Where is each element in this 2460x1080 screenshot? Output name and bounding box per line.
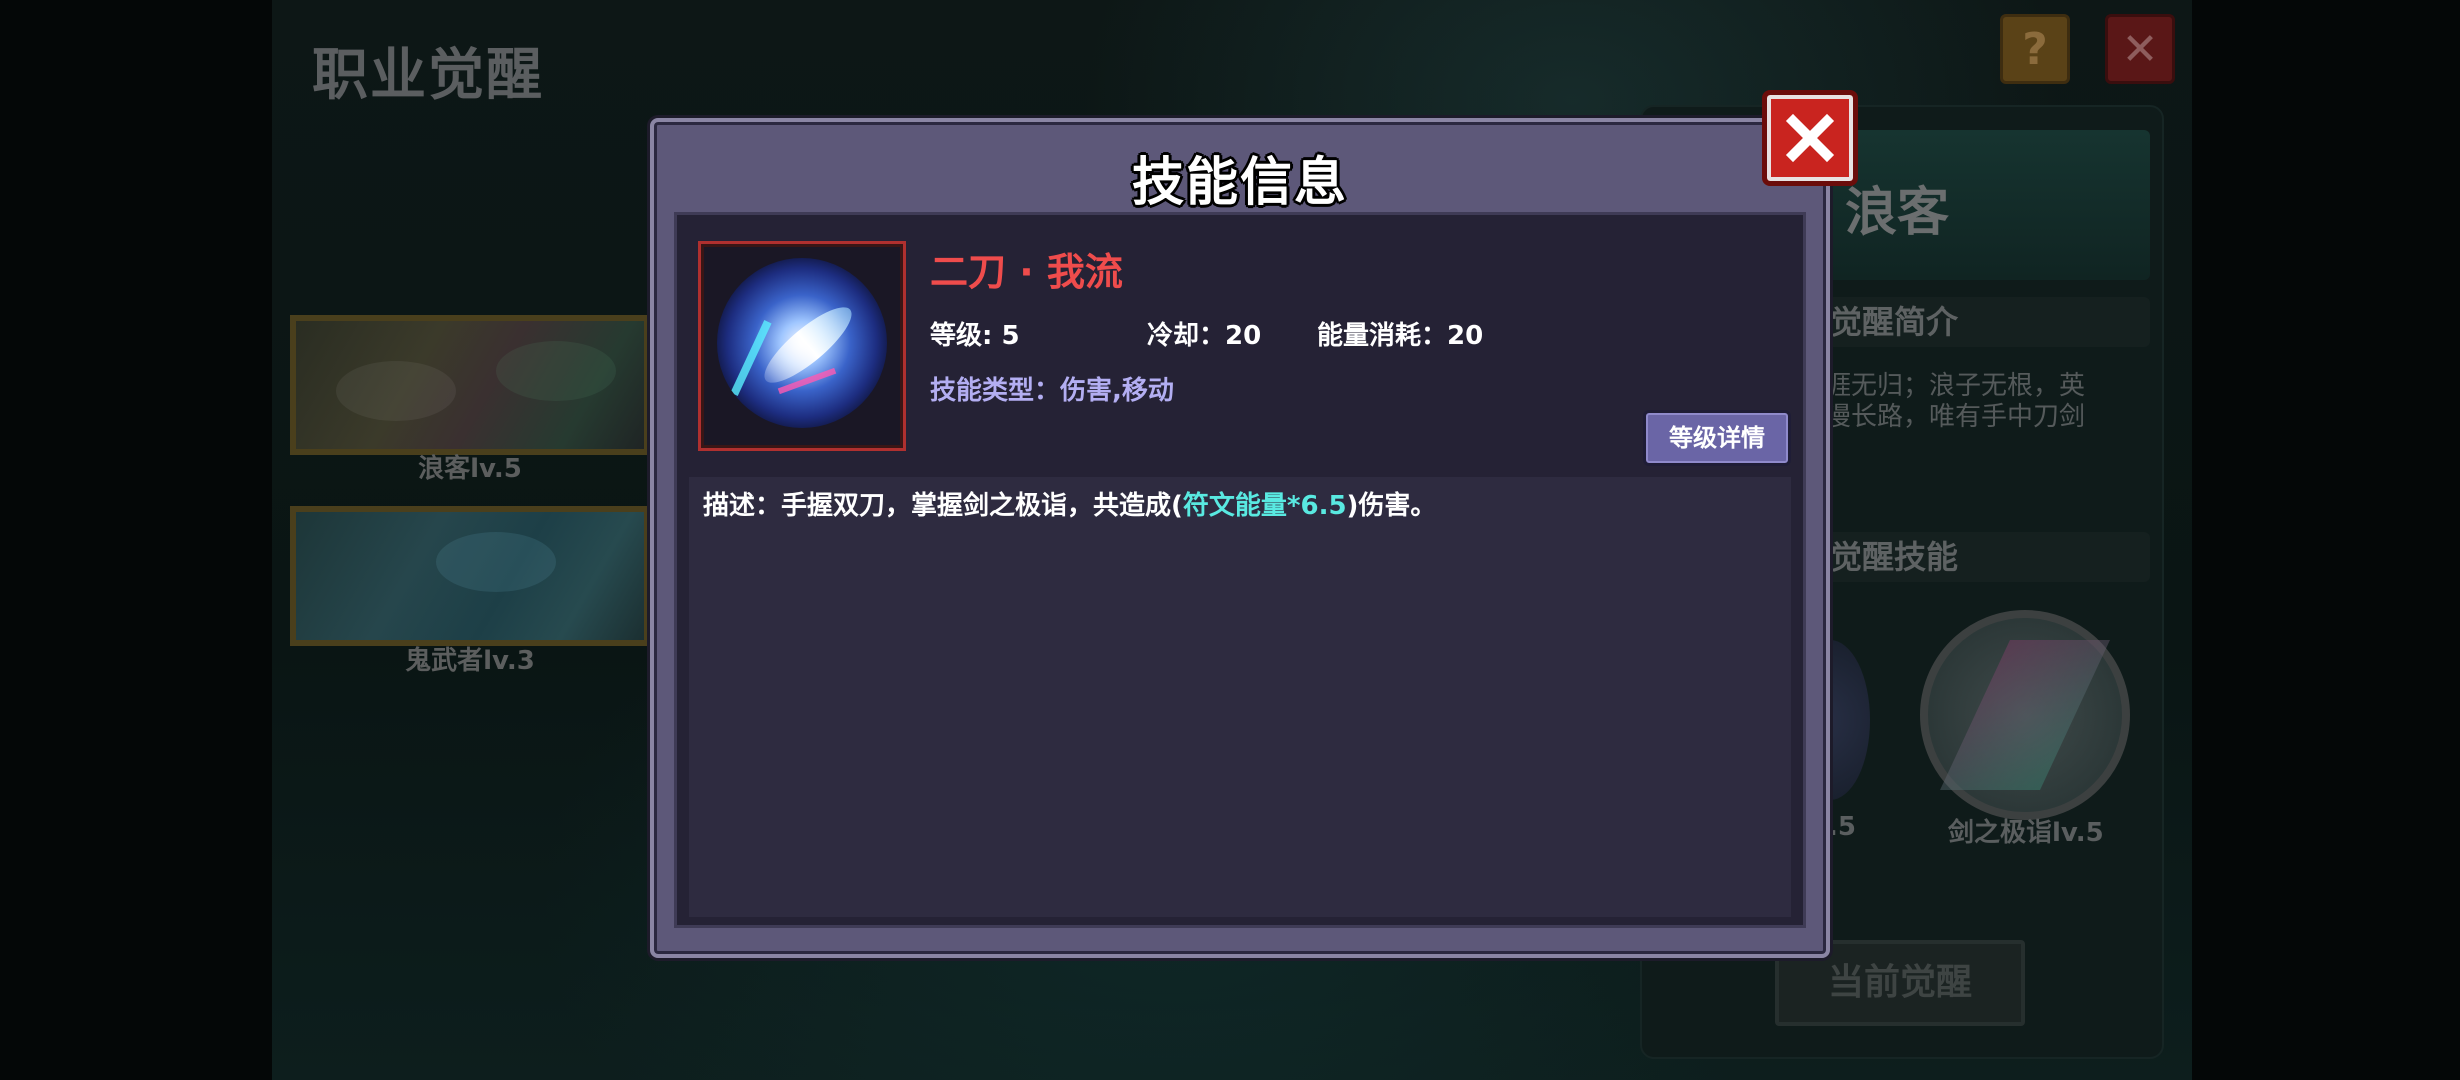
level-detail-button[interactable]: 等级详情 (1643, 410, 1791, 466)
class-card-ronin[interactable] (290, 315, 650, 455)
close-icon (1785, 113, 1835, 163)
skill-level: 等级: 5 (930, 321, 1020, 351)
dialog-title: 技能信息 (1131, 153, 1348, 213)
dual-blade-skill-icon (717, 258, 887, 428)
skill-name: 二刀 · 我流 (930, 250, 1123, 294)
awaken-skill-label: 剑之极诣lv.5 (1948, 818, 2104, 848)
card-art (496, 341, 616, 401)
description-text: 描述：手握双刀，掌握剑之极诣，共造成( (703, 491, 1183, 521)
skill-icon-frame (698, 241, 906, 451)
help-button[interactable]: ? (2000, 14, 2070, 84)
skill-energy-cost: 能量消耗：20 (1317, 321, 1484, 351)
dialog-close-button[interactable] (1762, 90, 1858, 186)
skill-description: 描述：手握双刀，掌握剑之极诣，共造成(符文能量*6.5)伤害。 (703, 485, 1436, 522)
class-name: 浪客 (1845, 183, 1950, 243)
dialog-content: 二刀 · 我流 等级: 5 冷却：20 能量消耗：20 技能类型：伤害,移动 等… (674, 212, 1806, 928)
card-art (336, 361, 456, 421)
description-text: )伤害。 (1346, 491, 1437, 521)
description-box: 描述：手握双刀，掌握剑之极诣，共造成(符文能量*6.5)伤害。 (689, 477, 1791, 917)
skill-cooldown: 冷却：20 (1147, 321, 1262, 351)
lightning-effect (730, 320, 772, 396)
class-card-label: 浪客lv.5 (418, 454, 522, 484)
skill-type: 技能类型：伤害,移动 (930, 376, 1174, 406)
awaken-skill-label: .5 (1828, 812, 1856, 842)
skill-info-dialog: 技能信息 二刀 · 我流 等级: 5 冷却：20 能量消耗：20 技能类型：伤害… (650, 118, 1830, 958)
class-card-oni-warrior[interactable] (290, 506, 650, 646)
description-highlight: 符文能量*6.5 (1182, 491, 1347, 521)
card-art (436, 532, 556, 592)
intro-text-line: 漫长路，唯有手中刀剑 (1825, 402, 2086, 432)
page-close-button[interactable]: ✕ (2105, 14, 2175, 84)
class-card-label: 鬼武者lv.3 (405, 646, 535, 676)
page-title: 职业觉醒 (312, 43, 544, 108)
